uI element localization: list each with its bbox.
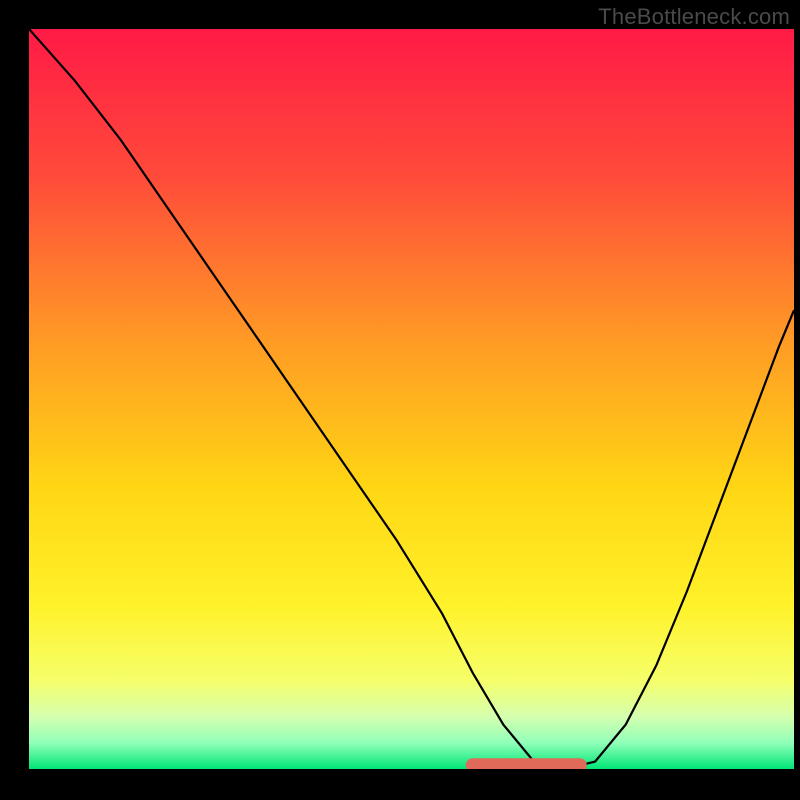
chart-frame: TheBottleneck.com [0,0,800,800]
watermark-text: TheBottleneck.com [598,4,790,30]
plot-background [29,29,794,769]
chart-svg [0,0,800,800]
